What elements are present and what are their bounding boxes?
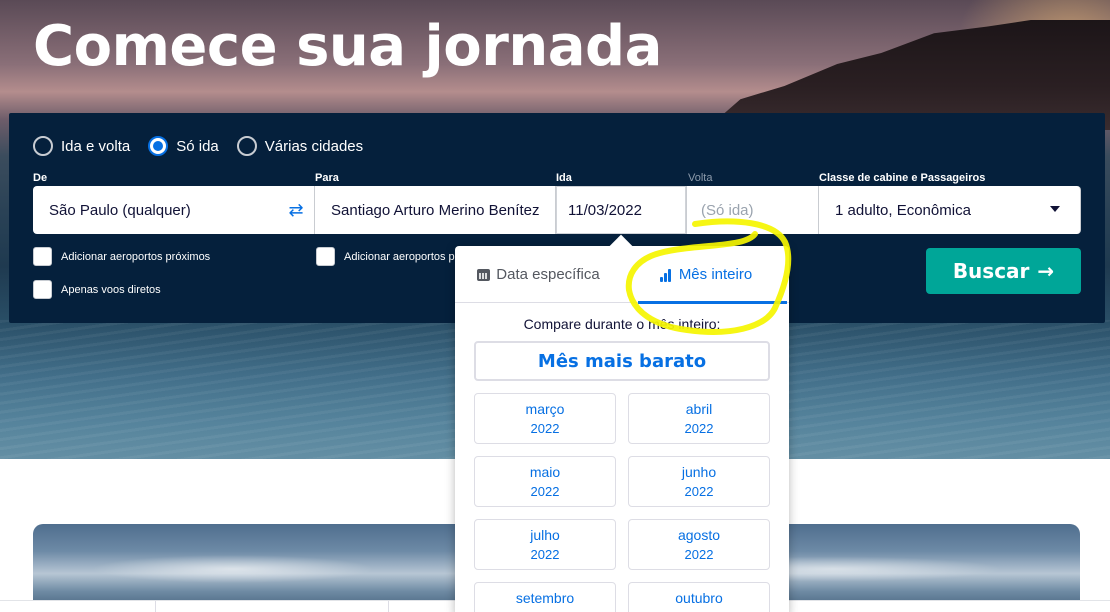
trip-type-round-trip-label: Ida e volta <box>61 137 131 155</box>
month-button-august[interactable]: agosto 2022 <box>628 519 770 570</box>
divider <box>155 601 156 612</box>
month-year: 2022 <box>684 484 714 499</box>
tab-specific-date-label: Data específica <box>496 266 600 283</box>
month-button-october[interactable]: outubro 2022 <box>628 582 770 612</box>
return-value: (Só ida) <box>701 201 754 219</box>
tab-whole-month-label: Mês inteiro <box>678 266 753 283</box>
checkbox-direct-only[interactable] <box>33 280 52 299</box>
chevron-down-icon <box>1050 206 1060 212</box>
calendar-icon <box>477 268 491 281</box>
divider <box>388 601 389 612</box>
month-year: 2022 <box>530 421 560 436</box>
to-value: Santiago Arturo Merino Benítez <box>331 201 540 219</box>
direct-flights-checkbox[interactable]: Apenas voos diretos <box>33 280 161 299</box>
radio-round-trip[interactable] <box>33 136 53 156</box>
depart-date-input[interactable]: 11/03/2022 <box>556 186 687 234</box>
nearby-airports-from-checkbox[interactable]: Adicionar aeroportos próximos <box>33 247 210 266</box>
from-value: São Paulo (qualquer) <box>49 201 191 219</box>
checkbox-nearby-from[interactable] <box>33 247 52 266</box>
search-button-label: Buscar <box>952 259 1030 283</box>
tab-whole-month[interactable]: Mês inteiro <box>622 246 789 304</box>
compare-month-text: Compare durante o mês inteiro: <box>523 316 721 332</box>
month-name: junho <box>681 464 717 480</box>
month-name: maio <box>529 464 561 480</box>
month-button-april[interactable]: abril 2022 <box>628 393 770 444</box>
trip-type-radio-group: Ida e volta Só ida Várias cidades <box>33 136 363 156</box>
trip-type-round-trip[interactable]: Ida e volta <box>33 136 130 156</box>
date-mode-tabs: Data específica Mês inteiro <box>455 246 789 304</box>
bar-chart-icon <box>659 268 673 282</box>
date-picker-popup: Data específica Mês inteiro Compare dura… <box>455 246 789 612</box>
month-year: 2022 <box>530 484 560 499</box>
cabin-value: 1 adulto, Econômica <box>835 201 971 219</box>
nearby-airports-from-label: Adicionar aeroportos próximos <box>61 250 211 263</box>
arrow-right-icon: → <box>1037 259 1055 283</box>
month-year: 2022 <box>684 547 714 562</box>
trip-type-multi-city[interactable]: Várias cidades <box>236 136 364 156</box>
depart-label: Ida <box>556 172 572 184</box>
month-name: março <box>525 401 565 417</box>
return-label: Volta <box>688 172 713 184</box>
cheapest-month-button[interactable]: Mês mais barato <box>474 341 770 381</box>
radio-multi-city[interactable] <box>236 136 257 156</box>
trip-type-one-way-label: Só ida <box>176 137 219 155</box>
from-label: De <box>33 172 48 184</box>
month-button-september[interactable]: setembro 2022 <box>474 582 616 612</box>
month-name: outubro <box>675 590 723 606</box>
month-button-july[interactable]: julho 2022 <box>474 519 616 570</box>
search-button[interactable]: Buscar → <box>926 248 1081 294</box>
tab-specific-date[interactable]: Data específica <box>455 246 622 303</box>
to-label: Para <box>315 172 339 184</box>
to-input[interactable]: Santiago Arturo Merino Benítez <box>315 186 556 234</box>
month-button-may[interactable]: maio 2022 <box>474 456 616 507</box>
direct-flights-label: Apenas voos diretos <box>61 283 161 296</box>
cabin-passengers-select[interactable]: 1 adulto, Econômica <box>819 186 1081 234</box>
from-input[interactable]: São Paulo (qualquer) ⇄ <box>33 186 315 234</box>
month-button-june[interactable]: junho 2022 <box>628 456 770 507</box>
trip-type-multi-city-label: Várias cidades <box>264 137 364 155</box>
return-date-input[interactable]: (Só ida) <box>687 186 819 234</box>
month-year: 2022 <box>530 547 560 562</box>
page-title: Comece sua jornada <box>33 14 662 79</box>
month-name: agosto <box>677 527 721 543</box>
cabin-label: Classe de cabine e Passageiros <box>819 172 986 184</box>
checkbox-nearby-to[interactable] <box>316 247 335 266</box>
month-name: julho <box>530 527 560 543</box>
month-name: setembro <box>515 590 575 606</box>
trip-type-one-way[interactable]: Só ida <box>148 136 219 156</box>
radio-one-way[interactable] <box>148 136 169 156</box>
month-name: abril <box>685 401 713 417</box>
swap-icon[interactable]: ⇄ <box>286 200 306 220</box>
month-button-march[interactable]: março 2022 <box>474 393 616 444</box>
month-year: 2022 <box>684 421 714 436</box>
depart-value: 11/03/2022 <box>568 201 642 219</box>
